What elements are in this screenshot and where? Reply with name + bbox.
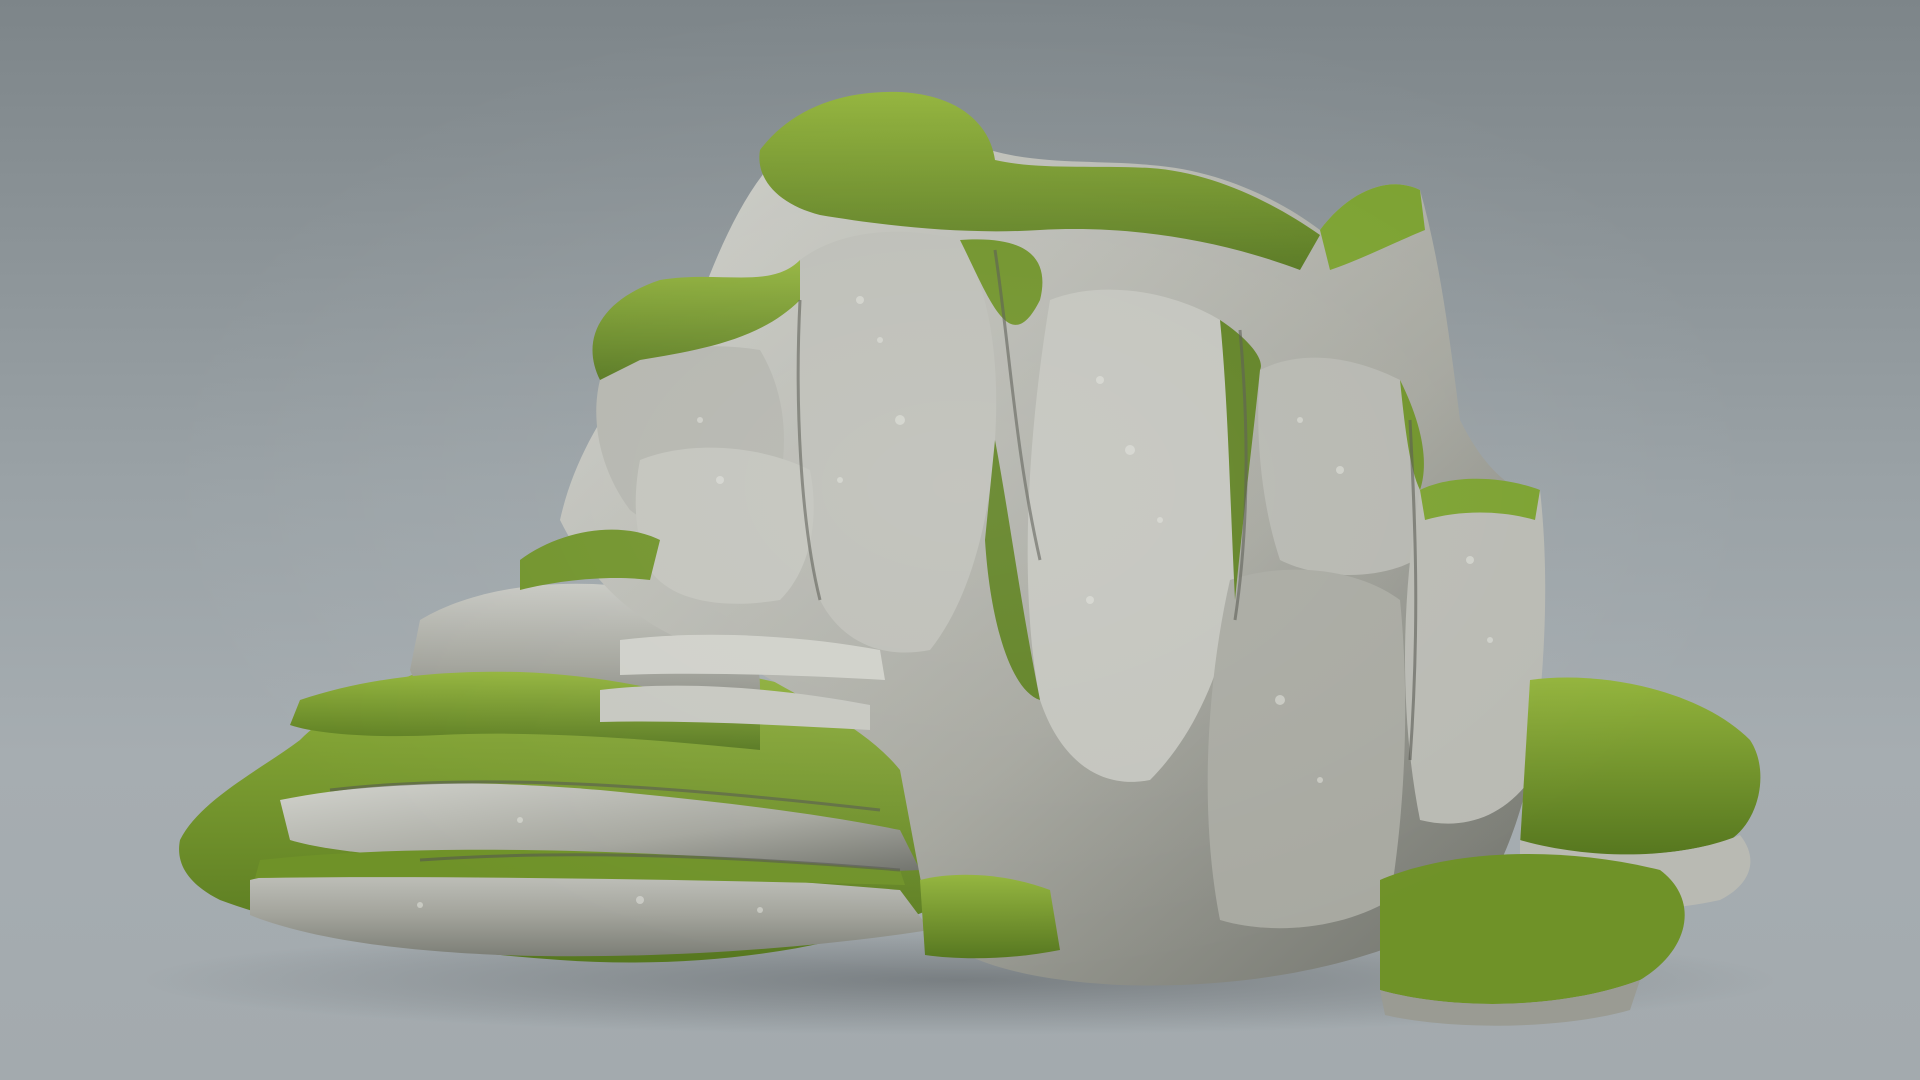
rock-column-4 [1405, 482, 1546, 824]
viewport-background [0, 0, 1920, 1080]
rock-render [140, 91, 1780, 1035]
moss-lower-center [920, 874, 1060, 959]
moss-right-disc [1520, 677, 1761, 856]
rock-column-5 [1207, 569, 1406, 929]
rock-left-boulder-2 [635, 447, 814, 604]
